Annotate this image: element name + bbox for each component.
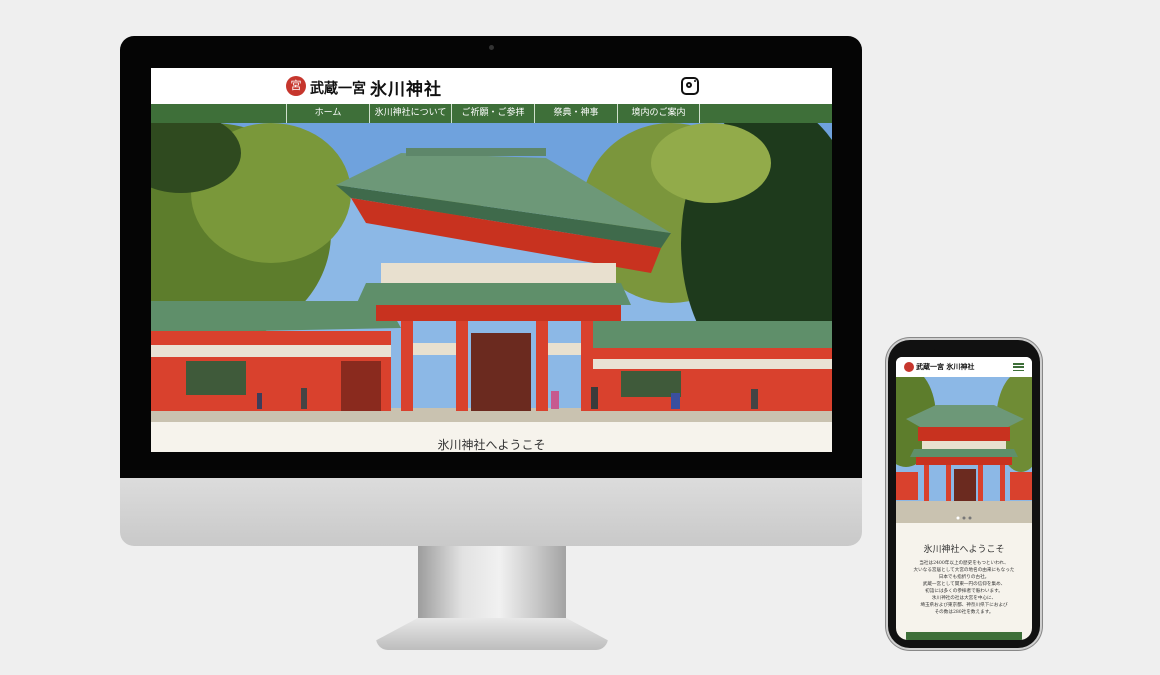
intro-line: 武蔵一宮として関東一円の信仰を集め、 [922,582,1006,587]
intro-line: 埼玉県および東京都、神奈川県下におよび [920,603,1008,608]
logo-prefix[interactable]: 武蔵一宮 [310,78,366,98]
intro-line: 氷川神社の社は大宮を中心に、 [931,596,997,601]
hamburger-menu-icon[interactable] [1013,363,1024,372]
instagram-icon[interactable] [681,77,699,95]
nav-prayer[interactable]: ご祈願・ご参拝 [451,104,534,123]
intro-line: 大いなる宮居として大宮の地名の由来にもなった [913,568,1015,573]
hero-image [151,123,832,422]
intro-line: 日本でも指折りの古社。 [938,575,990,580]
mobile-header: 武蔵一宮 氷川神社 [896,357,1032,377]
mobile-intro-text: 当社は2400年以上の歴史をもつといわれ、 大いなる宮居として大宮の地名の由来に… [900,560,1028,616]
mobile-screen: 武蔵一宮 氷川神社 氷川神社へようこそ 当社は2400年以上の歴史をもつといわれ… [896,357,1032,640]
phone-notch [934,346,994,356]
nav-home[interactable]: ホーム [286,104,369,123]
monitor-camera [489,45,494,50]
shrine-gate-illustration [151,123,832,422]
mobile-shrine-illustration [896,377,1032,523]
logo-name[interactable]: 氷川神社 [370,75,442,100]
intro-line: その数は280社を数えます。 [934,610,994,615]
welcome-title: 氷川神社へようこそ [437,438,546,452]
monitor-stand [418,546,566,626]
welcome-section: 氷川神社へようこそ [151,422,832,452]
intro-line: 初詣には多くの参拝者で賑わいます。 [925,589,1003,594]
mobile-hero-image [896,377,1032,523]
mobile-welcome-title: 氷川神社へようこそ [923,545,1005,555]
monitor-stand-base [376,618,608,650]
desktop-screen: 宮 武蔵一宮 氷川神社 ホーム 氷川神社について ご祈願・ご参拝 祭典・神事 境… [151,68,832,452]
mobile-logo[interactable]: 武蔵一宮 氷川神社 [916,362,974,372]
shrine-seal-logo[interactable]: 宮 [286,76,306,96]
nav-grounds[interactable]: 境内のご案内 [617,104,700,123]
nav-about[interactable]: 氷川神社について [369,104,451,123]
intro-line: 当社は2400年以上の歴史をもつといわれ、 [919,561,1009,566]
nav-festivals[interactable]: 祭典・神事 [534,104,617,123]
site-header: 宮 武蔵一宮 氷川神社 [151,68,832,104]
monitor-chin [120,478,862,546]
mobile-seal-logo[interactable] [904,362,914,372]
mobile-nav-bar[interactable] [906,632,1022,640]
main-nav: ホーム 氷川神社について ご祈願・ご参拝 祭典・神事 境内のご案内 [151,104,832,123]
